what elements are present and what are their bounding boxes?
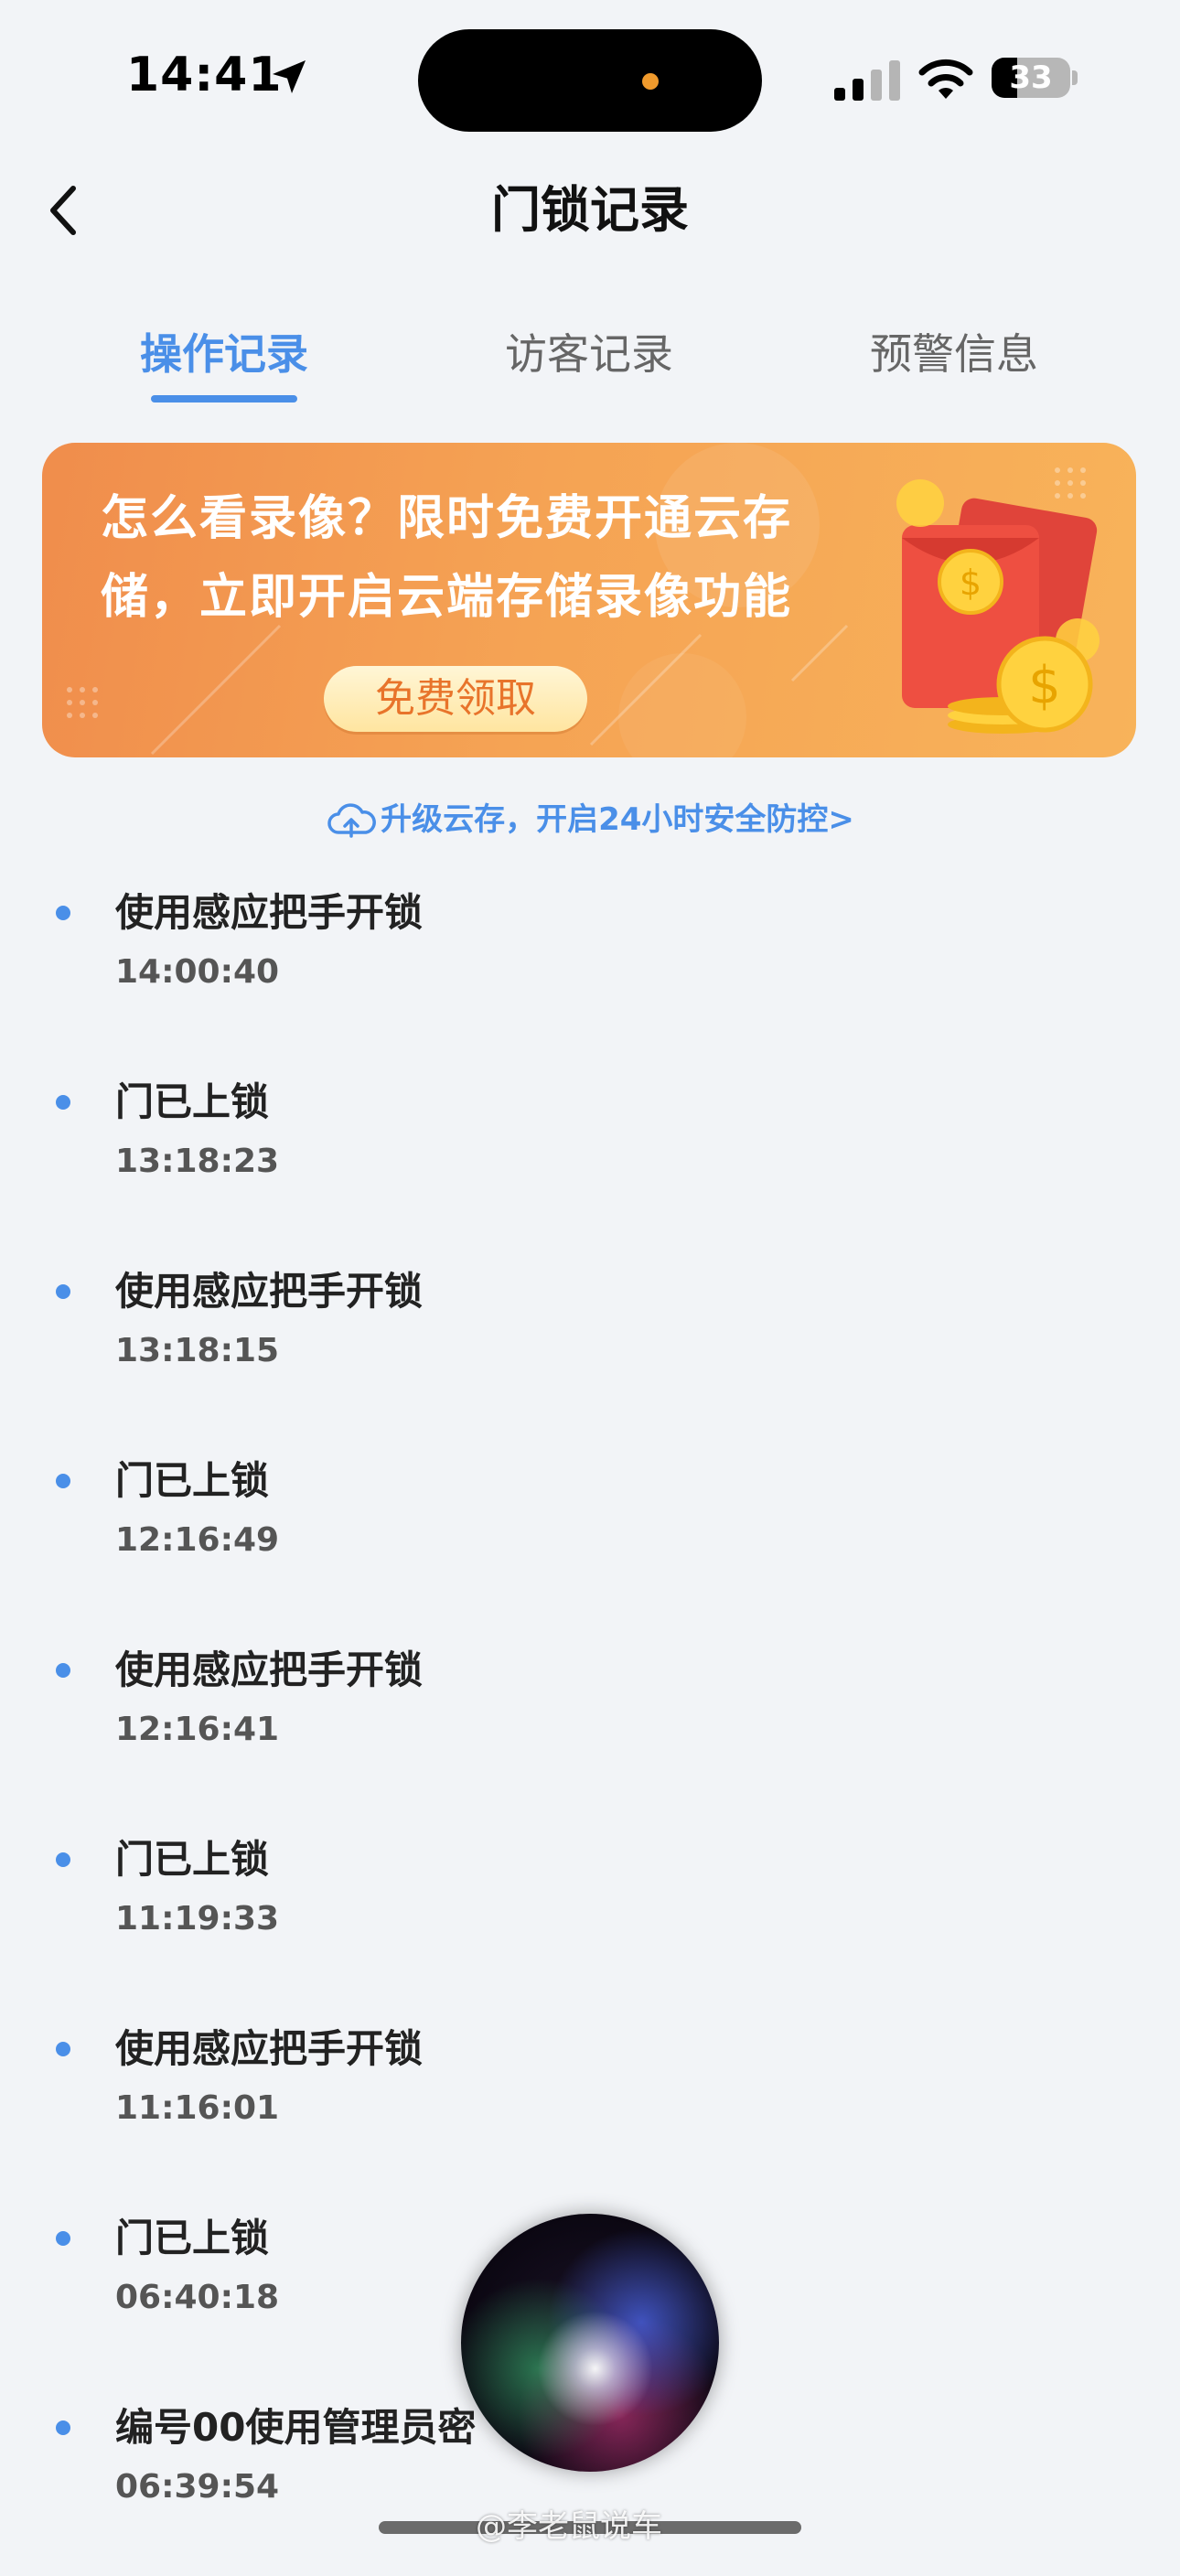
page-title: 门锁记录: [491, 181, 689, 239]
promo-text-line-2: 储，立即开启云端存储录像功能: [101, 570, 793, 625]
watermark-text: @李老鼠说车: [476, 2508, 662, 2545]
timeline-dot: [56, 1474, 70, 1488]
record-title: 使用感应把手开锁: [115, 1648, 424, 1692]
list-item[interactable]: 门已上锁 12:16:49: [0, 1446, 1180, 1629]
timeline-dot: [56, 1095, 70, 1110]
record-title: 门已上锁: [115, 1079, 270, 1124]
active-tab-underline: [151, 395, 297, 402]
record-time: 12:16:41: [115, 1711, 280, 1748]
upgrade-link-text: 升级云存，开启24小时安全防控>: [381, 801, 854, 838]
timeline-dot: [56, 2231, 70, 2246]
list-item[interactable]: 使用感应把手开锁 11:16:01: [0, 2014, 1180, 2197]
timeline-dot: [56, 1852, 70, 1867]
status-time: 14:41: [126, 48, 283, 102]
location-arrow-icon: [273, 60, 306, 93]
record-title: 使用感应把手开锁: [115, 1269, 424, 1314]
record-time: 14:00:40: [115, 953, 280, 991]
record-time: 11:16:01: [115, 2089, 280, 2127]
tab-operation-records[interactable]: 操作记录: [114, 322, 334, 386]
free-claim-button[interactable]: 免费领取: [324, 666, 587, 732]
record-title: 使用感应把手开锁: [115, 890, 424, 935]
battery-cap: [1072, 70, 1078, 85]
record-time: 06:39:54: [115, 2468, 280, 2506]
dynamic-island: [418, 29, 762, 132]
record-title: 使用感应把手开锁: [115, 2026, 424, 2071]
record-time: 11:19:33: [115, 1900, 280, 1937]
record-title: 门已上锁: [115, 2216, 270, 2260]
list-item[interactable]: 使用感应把手开锁 12:16:41: [0, 1636, 1180, 1819]
recording-indicator-dot: [642, 73, 659, 90]
timeline-dot: [56, 906, 70, 920]
cloud-storage-promo-banner[interactable]: 怎么看录像？限时免费开通云存 储，立即开启云端存储录像功能 免费领取 $ $: [42, 443, 1136, 757]
record-time: 06:40:18: [115, 2279, 280, 2316]
promo-text-line-1: 怎么看录像？限时免费开通云存: [101, 491, 793, 546]
list-item[interactable]: 使用感应把手开锁 13:18:15: [0, 1257, 1180, 1440]
upgrade-cloud-link[interactable]: 升级云存，开启24小时安全防控>: [0, 792, 1180, 857]
timeline-dot: [56, 1663, 70, 1678]
svg-text:$: $: [1028, 656, 1061, 715]
tab-alert-info[interactable]: 预警信息: [844, 322, 1064, 386]
record-time: 13:18:23: [115, 1143, 280, 1180]
cloud-upload-icon: [327, 803, 377, 838]
record-title: 门已上锁: [115, 1458, 270, 1503]
status-bar: 14:41 33: [0, 0, 1180, 156]
timeline-dot: [56, 2420, 70, 2435]
record-title: 编号00使用管理员密: [115, 2405, 477, 2450]
list-item[interactable]: 使用感应把手开锁 14:00:40: [0, 878, 1180, 1061]
record-title: 门已上锁: [115, 1837, 270, 1882]
timeline-dot: [56, 2042, 70, 2056]
record-time: 12:16:49: [115, 1521, 280, 1559]
list-item[interactable]: 门已上锁 13:18:23: [0, 1068, 1180, 1250]
red-envelope-coins-icon: $ $: [896, 479, 1100, 734]
tab-visitor-records[interactable]: 访客记录: [479, 322, 699, 386]
cellular-signal-icon: [834, 60, 900, 101]
timeline-dot: [56, 1284, 70, 1299]
battery-level-text: 33: [1009, 59, 1053, 96]
svg-text:$: $: [960, 563, 982, 603]
record-time: 13:18:15: [115, 1332, 280, 1369]
list-item[interactable]: 门已上锁 11:19:33: [0, 1825, 1180, 2008]
battery-icon: 33: [992, 58, 1070, 98]
siri-orb[interactable]: [461, 2214, 719, 2472]
wifi-icon: [918, 59, 973, 99]
